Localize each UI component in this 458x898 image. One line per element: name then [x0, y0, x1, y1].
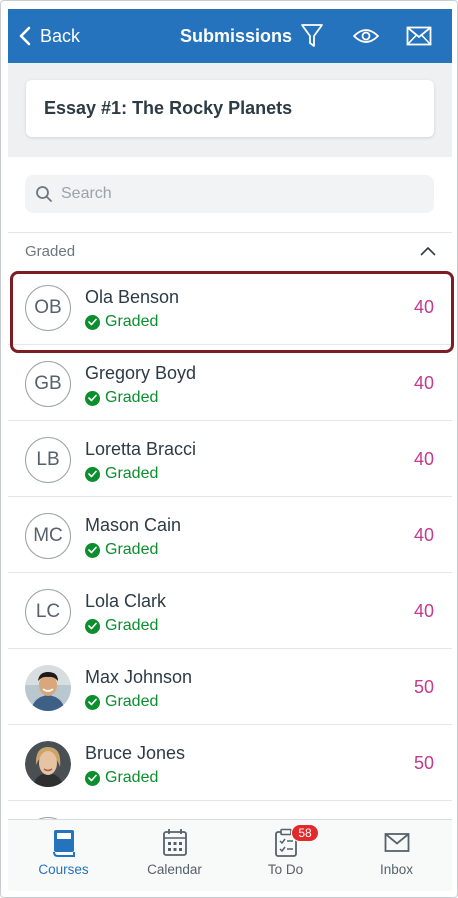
search-input[interactable] — [61, 185, 401, 203]
check-circle-icon — [85, 542, 100, 558]
check-circle-icon — [85, 390, 100, 406]
search-area — [8, 157, 452, 233]
submission-row[interactable]: LC Lola Clark Graded 40 — [8, 573, 452, 649]
status-graded: Graded — [85, 693, 158, 711]
search-bar[interactable] — [25, 175, 434, 213]
status-graded: Graded — [85, 617, 158, 635]
student-name: Mason Cain — [85, 515, 182, 535]
score: 40 — [413, 525, 434, 545]
tab-inbox[interactable]: Inbox — [341, 820, 452, 891]
score: 40 — [413, 449, 434, 469]
avatar: MC — [25, 513, 71, 559]
submission-row[interactable]: MC Mason Cain Graded 40 — [8, 497, 452, 573]
status-graded: Graded — [85, 769, 158, 787]
tab-label: Inbox — [379, 862, 414, 877]
status-label: Graded — [105, 693, 159, 710]
status-graded: Graded — [85, 389, 158, 407]
student-name: Max Johnson — [85, 667, 193, 687]
back-label: Back — [40, 25, 81, 46]
check-circle-icon — [85, 466, 100, 482]
avatar-photo-icon — [25, 665, 71, 711]
status-label: Graded — [105, 617, 159, 634]
check-circle-icon — [85, 694, 100, 710]
tab-todo[interactable]: 58 To Do — [230, 820, 341, 891]
assignment-header-area: Essay #1: The Rocky Planets — [8, 63, 452, 157]
submission-row[interactable]: Bruce Jones Graded 50 — [8, 725, 452, 801]
app-frame: Back Submissions Essay #1: The Rocky Pla… — [0, 0, 458, 898]
score: 40 — [413, 601, 434, 621]
tab-bar: Courses Calendar 58 To Do Inbox — [8, 819, 452, 891]
submission-row[interactable]: GB Gregory Boyd Graded 40 — [8, 345, 452, 421]
score: 40 — [413, 373, 434, 393]
status-label: Graded — [105, 541, 159, 558]
page-title: Submissions — [180, 25, 293, 46]
check-circle-icon — [85, 314, 100, 330]
tab-label: To Do — [267, 862, 304, 877]
student-name: Lola Clark — [85, 591, 167, 611]
mail-icon[interactable] — [405, 22, 433, 50]
check-circle-icon — [85, 770, 100, 786]
score: 50 — [413, 677, 434, 697]
avatar: GB — [25, 361, 71, 407]
submission-row[interactable]: Max Johnson Graded 50 — [8, 649, 452, 725]
status-graded: Graded — [85, 465, 158, 483]
avatar: OB — [25, 285, 71, 331]
submission-row[interactable]: OB Ola Benson Graded 40 — [8, 269, 454, 353]
student-name: Gregory Boyd — [85, 363, 197, 383]
score: 40 — [413, 297, 434, 317]
avatar-photo-icon — [25, 741, 71, 787]
tab-calendar[interactable]: Calendar — [119, 820, 230, 891]
tab-label: Calendar — [147, 862, 202, 877]
status-label: Graded — [105, 313, 159, 330]
tab-courses[interactable]: Courses — [8, 820, 119, 891]
book-icon — [52, 830, 75, 857]
student-name: Loretta Bracci — [85, 439, 197, 459]
student-name: Ola Benson — [85, 287, 180, 307]
student-name: Bruce Jones — [85, 743, 186, 763]
search-icon — [36, 186, 52, 202]
check-circle-icon — [85, 618, 100, 634]
status-label: Graded — [105, 769, 159, 786]
submission-row[interactable]: LB Loretta Bracci Graded 40 — [8, 421, 452, 497]
filter-icon[interactable] — [298, 22, 326, 50]
section-label: Graded — [25, 242, 76, 260]
calendar-icon — [162, 829, 187, 856]
assignment-title-card: Essay #1: The Rocky Planets — [26, 80, 434, 137]
chevron-left-icon — [19, 26, 31, 46]
section-header-graded[interactable]: Graded — [8, 233, 452, 269]
nav-header: Back Submissions — [8, 9, 452, 63]
avatar: LB — [25, 437, 71, 483]
status-graded: Graded — [85, 541, 158, 559]
todo-badge: 58 — [291, 824, 319, 842]
avatar: LC — [25, 589, 71, 635]
eye-icon[interactable] — [352, 22, 380, 50]
score: 50 — [413, 753, 434, 773]
chevron-up-icon[interactable] — [420, 246, 436, 256]
assignment-title: Essay #1: The Rocky Planets — [44, 98, 293, 118]
status-graded: Graded — [85, 313, 158, 331]
inbox-icon — [384, 833, 409, 852]
tab-label: Courses — [38, 862, 89, 877]
back-button[interactable]: Back — [18, 9, 80, 63]
status-label: Graded — [105, 389, 159, 406]
status-label: Graded — [105, 465, 159, 482]
submission-list: OB Ola Benson Graded 40 GB Gregory Boyd … — [8, 269, 454, 877]
